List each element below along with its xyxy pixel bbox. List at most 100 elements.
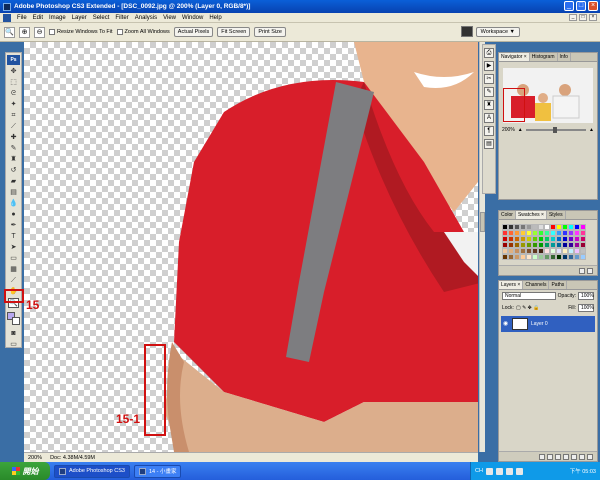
close-button[interactable]: × bbox=[588, 1, 598, 11]
fill-input[interactable]: 100% bbox=[578, 304, 594, 312]
lasso-tool-icon[interactable]: ᘓ bbox=[8, 89, 19, 99]
pen-tool-icon[interactable]: ✒ bbox=[8, 221, 19, 231]
menu-file[interactable]: File bbox=[17, 15, 27, 21]
character-panel-icon[interactable]: A bbox=[484, 113, 494, 123]
color-swatches[interactable] bbox=[7, 312, 20, 325]
start-button[interactable]: 開始 bbox=[0, 462, 50, 480]
link-layers-icon[interactable] bbox=[539, 453, 545, 460]
new-layer-icon[interactable] bbox=[579, 453, 585, 460]
delete-layer-icon[interactable] bbox=[587, 453, 593, 460]
layer-style-icon[interactable] bbox=[547, 453, 553, 460]
tab-swatches[interactable]: Swatches × bbox=[515, 211, 547, 219]
brushes-panel-icon[interactable]: ✎ bbox=[484, 87, 494, 97]
shape-tool-icon[interactable]: ▭ bbox=[8, 254, 19, 264]
menu-help[interactable]: Help bbox=[209, 15, 221, 21]
healing-brush-tool-icon[interactable]: ✚ bbox=[8, 133, 19, 143]
doc-minimize-button[interactable]: _ bbox=[569, 14, 577, 21]
print-size-button[interactable]: Print Size bbox=[254, 27, 286, 37]
doc-restore-button[interactable]: □ bbox=[579, 14, 587, 21]
resize-windows-checkbox[interactable]: Resize Windows To Fit bbox=[49, 29, 113, 35]
history-brush-tool-icon[interactable]: ↺ bbox=[8, 166, 19, 176]
marquee-tool-icon[interactable]: ⬚ bbox=[8, 78, 19, 88]
tray-icon[interactable] bbox=[505, 467, 513, 475]
zoom-tool-preset-icon[interactable]: 🔍 bbox=[4, 26, 15, 38]
tab-navigator[interactable]: Navigator × bbox=[499, 53, 530, 61]
new-swatch-icon[interactable] bbox=[579, 267, 585, 274]
adjustment-layer-icon[interactable] bbox=[563, 453, 569, 460]
type-tool-icon[interactable]: T bbox=[8, 232, 19, 242]
maximize-button[interactable]: □ bbox=[576, 1, 586, 11]
background-color-swatch[interactable] bbox=[12, 317, 20, 325]
path-selection-tool-icon[interactable]: ➤ bbox=[8, 243, 19, 253]
tab-channels[interactable]: Channels bbox=[523, 281, 550, 289]
zoom-in-icon[interactable]: ⊕ bbox=[19, 26, 30, 38]
lock-icons[interactable]: ▢ ✎ ✥ 🔒 bbox=[516, 305, 540, 311]
taskbar-photoshop[interactable]: Adobe Photoshop CS3 bbox=[54, 464, 130, 478]
tab-layers[interactable]: Layers × bbox=[499, 281, 524, 289]
language-indicator[interactable]: CH bbox=[475, 468, 483, 474]
zoom-out-mini-icon[interactable]: ▲ bbox=[518, 127, 523, 133]
magic-wand-tool-icon[interactable]: ✦ bbox=[8, 100, 19, 110]
ps-badge[interactable]: Ps bbox=[7, 55, 20, 65]
gradient-tool-icon[interactable]: ▤ bbox=[8, 188, 19, 198]
new-group-icon[interactable] bbox=[571, 453, 577, 460]
eraser-tool-icon[interactable]: ▰ bbox=[8, 177, 19, 187]
brush-tool-icon[interactable]: ✎ bbox=[8, 144, 19, 154]
tray-icon[interactable] bbox=[515, 467, 523, 475]
tab-paths[interactable]: Paths bbox=[549, 281, 568, 289]
actions-panel-icon[interactable]: ▶ bbox=[484, 61, 494, 71]
clone-source-icon[interactable]: ♜ bbox=[484, 100, 494, 110]
blend-mode-select[interactable]: Normal bbox=[502, 292, 556, 300]
tool-presets-icon[interactable]: ✂ bbox=[484, 74, 494, 84]
opacity-input[interactable]: 100% bbox=[578, 292, 594, 300]
checkbox-box[interactable] bbox=[49, 29, 55, 35]
color-swatch[interactable] bbox=[580, 254, 586, 260]
menu-layer[interactable]: Layer bbox=[72, 15, 87, 21]
zoom-all-windows-checkbox[interactable]: Zoom All Windows bbox=[116, 29, 170, 35]
clock[interactable]: 下午 05:03 bbox=[570, 467, 596, 475]
tray-icon[interactable] bbox=[485, 467, 493, 475]
visibility-eye-icon[interactable]: ◉ bbox=[503, 321, 509, 327]
delete-swatch-icon[interactable] bbox=[587, 267, 593, 274]
zoom-level[interactable]: 200% bbox=[28, 455, 42, 461]
zoom-slider[interactable] bbox=[525, 127, 587, 133]
move-tool-icon[interactable]: ✥ bbox=[8, 67, 19, 77]
layer-name[interactable]: Layer 0 bbox=[531, 321, 548, 327]
navigator-zoom-value[interactable]: 200% bbox=[502, 127, 515, 133]
window-titlebar[interactable]: Adobe Photoshop CS3 Extended - [DSC_0092… bbox=[0, 0, 600, 13]
zoom-slider-knob[interactable] bbox=[552, 127, 557, 133]
tab-color[interactable]: Color bbox=[499, 211, 516, 219]
crop-tool-icon[interactable]: ⌗ bbox=[8, 111, 19, 121]
screen-mode-icon[interactable]: ▭ bbox=[8, 340, 19, 350]
document-canvas[interactable]: 15-1 bbox=[24, 42, 478, 452]
clone-stamp-tool-icon[interactable]: ♜ bbox=[8, 155, 19, 165]
quick-mask-icon[interactable]: ◙ bbox=[8, 329, 19, 339]
layer-row[interactable]: ◉ Layer 0 bbox=[501, 316, 595, 332]
zoom-out-icon[interactable]: ⊖ bbox=[34, 26, 45, 38]
menu-edit[interactable]: Edit bbox=[33, 15, 43, 21]
layer-comps-icon[interactable]: ▤ bbox=[484, 139, 494, 149]
notes-tool-icon[interactable]: ▦ bbox=[8, 265, 19, 275]
taskbar-paint[interactable]: 14 - 小畫家 bbox=[133, 464, 182, 478]
history-panel-icon[interactable]: ⎙ bbox=[484, 48, 494, 58]
doc-close-button[interactable]: × bbox=[589, 14, 597, 21]
blur-tool-icon[interactable]: 💧 bbox=[8, 199, 19, 209]
menu-window[interactable]: Window bbox=[182, 15, 203, 21]
menu-select[interactable]: Select bbox=[93, 15, 110, 21]
view-box-indicator[interactable] bbox=[503, 88, 525, 122]
menu-image[interactable]: Image bbox=[49, 15, 66, 21]
actual-pixels-button[interactable]: Actual Pixels bbox=[173, 27, 214, 37]
layer-mask-icon[interactable] bbox=[555, 453, 561, 460]
paragraph-panel-icon[interactable]: ¶ bbox=[484, 126, 494, 136]
scrollbar-thumb[interactable] bbox=[480, 212, 485, 232]
menu-filter[interactable]: Filter bbox=[115, 15, 128, 21]
navigator-thumbnail[interactable] bbox=[503, 68, 593, 123]
tab-info[interactable]: Info bbox=[558, 53, 571, 61]
tray-icon[interactable] bbox=[495, 467, 503, 475]
menu-analysis[interactable]: Analysis bbox=[135, 15, 157, 21]
dodge-tool-icon[interactable]: ● bbox=[8, 210, 19, 220]
fit-screen-button[interactable]: Fit Screen bbox=[217, 27, 251, 37]
menu-view[interactable]: View bbox=[163, 15, 176, 21]
tab-styles[interactable]: Styles bbox=[547, 211, 566, 219]
zoom-in-mini-icon[interactable]: ▲ bbox=[589, 127, 594, 133]
